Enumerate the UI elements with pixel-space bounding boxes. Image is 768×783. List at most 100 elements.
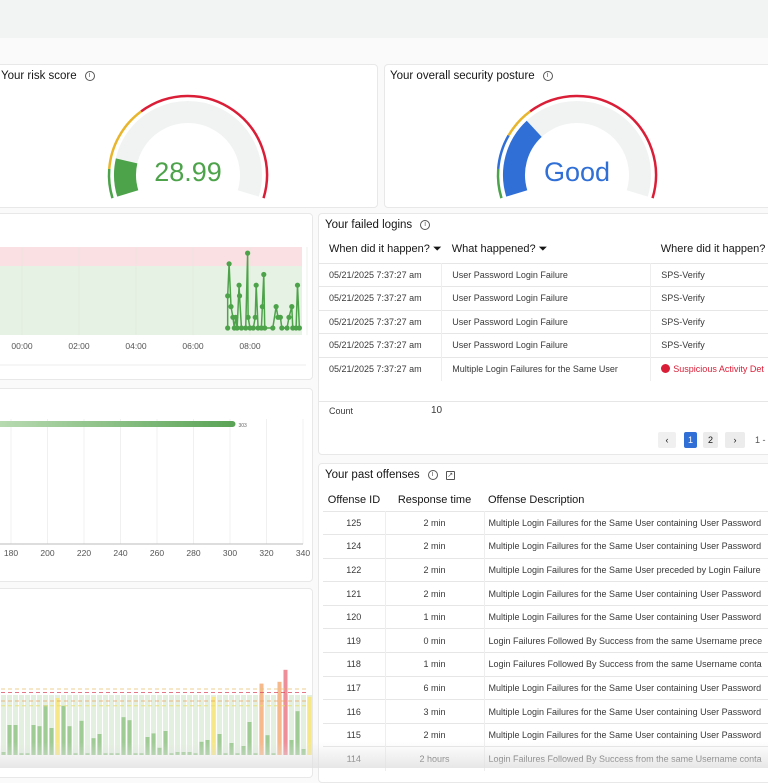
cell-offense-id: 116 [323,699,386,724]
band-high [0,247,302,266]
cell-description: Multiple Login Failures for the Same Use… [484,557,768,582]
cell-description: Multiple Login Failures for the Same Use… [484,510,768,535]
column-header-response-time[interactable]: Response time [385,489,484,511]
data-point [236,282,242,288]
login-activity-chart-card: 00:00 02:00 04:00 06:00 08:00 [0,213,313,380]
x-tick-label: 220 [77,548,91,558]
table-row[interactable]: 05/21/2025 7:37:27 am User Password Login… [319,262,768,287]
pagination-next-button[interactable]: › [725,432,745,448]
cell-response-time: 6 min [385,675,485,700]
external-link-icon[interactable]: ↗ [445,470,455,480]
filter-icon[interactable]: ⏷ [539,243,548,255]
data-point [236,293,243,299]
column-header-description[interactable]: Offense Description [484,489,768,511]
table-row[interactable]: 05/21/2025 7:37:27 am User Password Login… [319,309,768,334]
cell-response-time: 1 min [385,652,485,677]
table-row[interactable]: 125 2 min Multiple Login Failures for the … [323,510,768,535]
data-point [294,282,301,288]
pagination-page-2[interactable]: 2 [703,432,718,448]
table-row[interactable]: 119 0 min Login Failures Followed By Succe… [323,628,768,653]
cell-response-time: 2 min [385,510,485,535]
security-posture-value: Good [543,157,611,187]
data-point [270,325,276,331]
table-row[interactable]: 118 1 min Login Failures Followed By Succe… [323,652,768,677]
bottom-fade [0,742,768,768]
column-header-when[interactable]: When did it happen? ⏷ [319,237,442,263]
cell-where: SPS-Verify [650,309,768,334]
cell-offense-id: 124 [323,534,386,559]
past-offenses-card: Your past offenses i ↗ Offense ID Respon… [318,463,768,783]
cell-response-time: 2 min [385,534,485,559]
cell-offense-id: 125 [323,510,386,535]
alert-dot-icon [661,364,671,373]
failed-logins-card: Your failed logins i When did it happen?… [318,213,768,455]
cell-where: SPS-Verify [650,333,768,357]
cell-what: User Password Login Failure [441,262,652,287]
horizontal-bar-chart-card: 180 200 220 240 260 280 300 320 340 303 [0,388,313,582]
cell-what: User Password Login Failure [441,333,652,357]
x-tick-label: 320 [259,548,273,558]
cell-description: Login Failures Followed By Success from … [484,628,768,653]
cell-offense-id: 119 [323,628,386,653]
data-point [233,314,239,320]
data-point [226,261,232,267]
data-point [252,314,258,320]
cell-response-time: 2 min [385,581,485,606]
cell-description: Login Failures Followed By Success from … [484,652,768,677]
pagination-prev-button[interactable]: ‹ [658,432,676,448]
cell-description: Multiple Login Failures for the Same Use… [484,604,768,629]
data-point [225,325,231,331]
table-row[interactable]: 122 2 min Multiple Login Failures for the … [323,557,768,582]
failed-logins-table: When did it happen? ⏷ What happened? ⏷ W… [319,237,768,381]
cell-offense-id: 117 [323,675,386,700]
past-offenses-title: Your past offenses [325,469,420,481]
table-row[interactable]: 05/21/2025 7:37:27 am Multiple Login Fail… [319,356,768,381]
column-header-offense-id[interactable]: Offense ID [323,489,385,511]
column-header-what[interactable]: What happened? ⏷ [442,237,651,263]
cell-when: 05/21/2025 7:37:27 am [319,286,443,310]
count-value: 10 [431,405,443,416]
risk-score-card: Your risk score i 28.99 [0,64,378,208]
cell-when: 05/21/2025 7:37:27 am [319,309,443,334]
table-row[interactable]: 116 3 min Multiple Login Failures for the … [323,699,768,724]
bar [0,421,236,427]
column-header-where[interactable]: Where did it happen? ⏷ [651,237,768,263]
table-row[interactable]: 124 2 min Multiple Login Failures for the … [323,534,768,559]
cell-description: Multiple Login Failures for the Same Use… [484,534,768,559]
info-icon[interactable]: i [420,220,431,230]
x-tick-label: 180 [4,548,18,558]
x-tick-label: 200 [40,548,54,558]
cell-what: Multiple Login Failures for the Same Use… [441,356,652,381]
table-row[interactable]: 05/21/2025 7:37:27 am User Password Login… [319,333,768,357]
table-row[interactable]: 117 6 min Multiple Login Failures for the … [323,675,768,700]
pagination-page-1[interactable]: 1 [684,432,697,448]
data-point [225,293,231,299]
x-tick-label: 08:00 [239,341,261,351]
x-tick-label: 00:00 [11,341,33,351]
cell-response-time: 2 min [385,557,485,582]
cell-response-time: 0 min [385,628,485,653]
table-row[interactable]: 120 1 min Multiple Login Failures for the … [323,604,768,629]
x-tick-label: 240 [113,548,127,558]
data-point [245,250,251,256]
filter-icon[interactable]: ⏷ [433,243,442,255]
cell-description: Multiple Login Failures for the Same Use… [484,699,768,724]
data-point [279,325,285,331]
data-point [250,325,256,331]
login-activity-line-chart: 00:00 02:00 04:00 06:00 08:00 [0,247,308,366]
info-icon[interactable]: i [427,470,438,480]
horizontal-bar-chart: 180 200 220 240 260 280 300 320 340 303 [0,419,310,558]
data-point [261,271,267,278]
risk-score-value: 28.99 [154,157,222,187]
x-tick-label: 06:00 [182,341,204,351]
cell-where: SPS-Verify [650,286,768,310]
security-posture-card: Your overall security posture i Good [384,64,768,208]
cell-where: SPS-Verify [650,262,768,287]
x-tick-label: 300 [223,548,237,558]
cell-offense-id: 122 [323,557,386,582]
cell-when: 05/21/2025 7:37:27 am [319,333,443,357]
data-point [259,304,265,310]
cell-offense-id: 121 [323,581,386,606]
table-row[interactable]: 05/21/2025 7:37:27 am User Password Login… [319,286,768,310]
table-row[interactable]: 121 2 min Multiple Login Failures for the … [323,581,768,606]
